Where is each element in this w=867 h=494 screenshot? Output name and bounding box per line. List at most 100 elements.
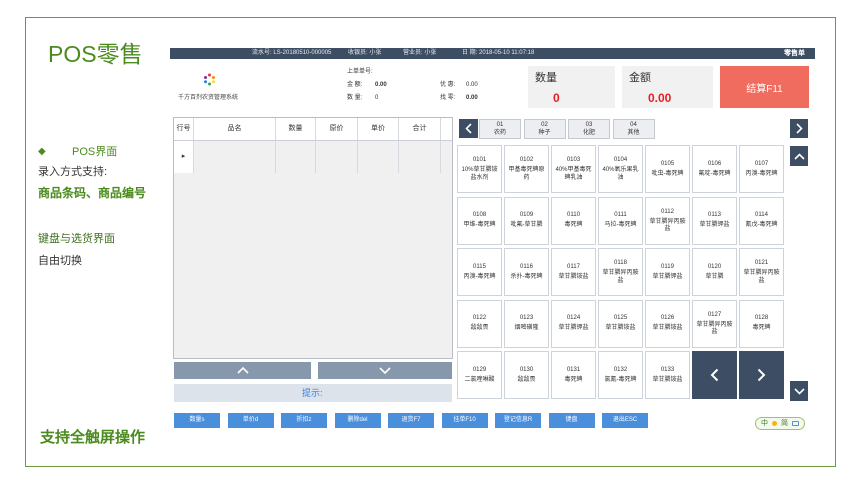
discount-button[interactable]: 折扣z — [281, 413, 327, 428]
summary-change-label: 找 零: — [440, 95, 456, 101]
table-row[interactable]: ▸ — [174, 141, 452, 173]
cart-header: 行号 品名 数量 原价 单价 合计 — [174, 118, 452, 141]
cart-scroll-up-button[interactable] — [174, 362, 311, 379]
quantity-button[interactable]: 数量s — [174, 413, 220, 428]
product-tile[interactable]: 0130 敌敌畏 — [504, 351, 549, 399]
product-tile[interactable]: 0116 杀扑-毒死蜱 — [504, 248, 549, 296]
product-tile[interactable]: 0125 草甘膦铵盐 — [598, 299, 643, 348]
product-code: 0108 — [472, 212, 487, 219]
category-tab-fertilizer[interactable]: 03 化肥 — [568, 119, 610, 139]
keyboard-icon[interactable] — [792, 421, 799, 426]
product-name: 40%甲基毒死蜱乳油 — [555, 167, 592, 181]
return-button[interactable]: 退货F7 — [388, 413, 434, 428]
product-tile[interactable]: 0102 甲基毒死蜱原药 — [504, 145, 549, 193]
product-code: 0109 — [519, 212, 534, 219]
chevron-right-icon — [795, 123, 803, 134]
product-name: 草甘膦铵盐 — [652, 325, 683, 332]
salesperson-label: 营业员: — [403, 50, 423, 56]
amount-stat-label: 金额 — [629, 72, 651, 84]
product-tile[interactable]: 0132 氯氰-毒死蜱 — [598, 351, 643, 399]
product-tile[interactable]: 0111 马拉-毒死蜱 — [598, 196, 643, 245]
product-tile[interactable]: 0128 毒死蜱 — [739, 299, 784, 348]
category-code: 04 — [630, 122, 637, 128]
product-tile[interactable]: 0110 毒死蜱 — [551, 196, 596, 245]
cell-original-price[interactable] — [316, 141, 358, 173]
column-header-line-no: 行号 — [174, 118, 194, 140]
product-tile[interactable]: 0103 40%甲基毒死蜱乳油 — [551, 145, 596, 193]
product-tile[interactable]: 0124 草甘膦钾盐 — [551, 299, 596, 348]
product-tile[interactable]: 0131 毒死蜱 — [551, 351, 596, 399]
chevron-up-icon — [793, 152, 805, 160]
chevron-left-icon — [710, 368, 719, 382]
exit-button[interactable]: 退出ESC — [602, 413, 648, 428]
product-tile[interactable]: 0133 草甘膦铵盐 — [645, 351, 690, 399]
ime-script-label[interactable]: 简 — [781, 418, 788, 429]
product-tile[interactable]: 0113 草甘膦钾盐 — [692, 196, 737, 245]
product-tile[interactable]: 0104 40%氧乐果乳油 — [598, 145, 643, 193]
category-name: 化肥 — [582, 130, 595, 136]
product-tile[interactable]: 0117 草甘膦铵盐 — [551, 248, 596, 296]
keyboard-button[interactable]: 键盘 — [548, 413, 595, 428]
hold-order-button[interactable]: 挂单F10 — [441, 413, 488, 428]
product-tile[interactable]: 0119 草甘膦钾盐 — [645, 248, 690, 296]
product-code: 0114 — [755, 212, 768, 219]
hint-bar: 提示: — [174, 384, 452, 402]
product-page-next-button[interactable] — [739, 351, 784, 399]
product-tile[interactable]: 0126 草甘膦铵盐 — [645, 299, 690, 348]
product-code: 0101 — [472, 157, 487, 163]
product-tile[interactable]: 0123 烟嘧磺隆 — [504, 299, 549, 348]
product-tile[interactable]: 0122 敌敌畏 — [457, 299, 502, 348]
product-tile[interactable]: 0115 丙溴-毒死蜱 — [457, 248, 502, 296]
category-tab-seed[interactable]: 02 种子 — [523, 119, 566, 139]
product-code: 0119 — [661, 263, 674, 270]
category-next-button[interactable] — [790, 119, 808, 138]
chevron-down-icon — [793, 387, 805, 395]
product-tile[interactable]: 0101 10%草甘膦铵盐水剂 — [457, 145, 502, 193]
delete-button[interactable]: 删除del — [334, 413, 381, 428]
product-code: 0129 — [472, 366, 487, 373]
product-tile[interactable]: 0105 吡虫-毒死蜱 — [645, 145, 690, 193]
cart-table[interactable]: 行号 品名 数量 原价 单价 合计 ▸ — [173, 117, 453, 359]
moon-icon[interactable] — [772, 421, 777, 426]
cell-unit-price[interactable] — [358, 141, 399, 173]
product-tile[interactable]: 0112 草甘膦异丙胺盐 — [645, 196, 690, 245]
category-prev-button[interactable] — [459, 119, 478, 138]
product-page-prev-button[interactable] — [692, 351, 737, 399]
product-name: 草甘膦铵盐 — [652, 376, 683, 383]
product-name: 敌敌畏 — [470, 325, 489, 332]
ime-status-bar[interactable]: 中 简 — [755, 417, 805, 430]
product-name: 草甘膦异丙胺盐 — [696, 321, 733, 336]
cell-quantity[interactable] — [276, 141, 316, 173]
product-tile[interactable]: 0121 草甘膦异丙胺盐 — [739, 248, 784, 296]
grid-scroll-up-button[interactable] — [790, 146, 808, 166]
product-tile[interactable]: 0120 草甘膦 — [692, 248, 737, 296]
product-tile[interactable]: 0109 吡氟-草甘膦 — [504, 196, 549, 245]
column-header-total: 合计 — [399, 118, 441, 140]
product-tile[interactable]: 0114 氰戊-毒死蜱 — [739, 196, 784, 245]
product-code: 0130 — [519, 366, 534, 373]
product-tile[interactable]: 0106 氟啶-毒死蜱 — [692, 145, 737, 193]
product-name: 吡氟-草甘膦 — [510, 222, 543, 229]
product-tile[interactable]: 0118 草甘膦异丙胺盐 — [598, 248, 643, 296]
colorful-dots-logo-icon — [204, 73, 215, 86]
register-info-button[interactable]: 登记信息R — [495, 413, 541, 428]
product-tile[interactable]: 0107 丙溴-毒死蜱 — [739, 145, 784, 193]
cell-total[interactable] — [399, 141, 441, 173]
product-code: 0127 — [707, 311, 722, 318]
category-tab-other[interactable]: 04 其他 — [612, 119, 655, 139]
unit-price-button[interactable]: 单价d — [227, 413, 274, 428]
product-code: 0133 — [660, 366, 675, 373]
serial-number: 流水号: LS-20180510-000005 — [252, 48, 331, 59]
grid-scroll-down-button[interactable] — [790, 381, 808, 401]
summary-quantity-label: 数 量: — [347, 95, 363, 101]
column-header-filler — [441, 118, 452, 140]
category-tab-pesticide[interactable]: 01 农药 — [479, 119, 521, 139]
cell-name[interactable] — [194, 141, 276, 173]
product-tile[interactable]: 0127 草甘膦异丙胺盐 — [692, 299, 737, 348]
product-code: 0103 — [566, 157, 581, 163]
product-tile[interactable]: 0129 二氯喹啉酸 — [457, 351, 502, 399]
checkout-button[interactable]: 结算F11 — [720, 66, 809, 108]
ime-mode-label[interactable]: 中 — [761, 418, 768, 429]
cart-scroll-down-button[interactable] — [318, 362, 452, 379]
product-tile[interactable]: 0108 甲维-毒死蜱 — [457, 196, 502, 245]
